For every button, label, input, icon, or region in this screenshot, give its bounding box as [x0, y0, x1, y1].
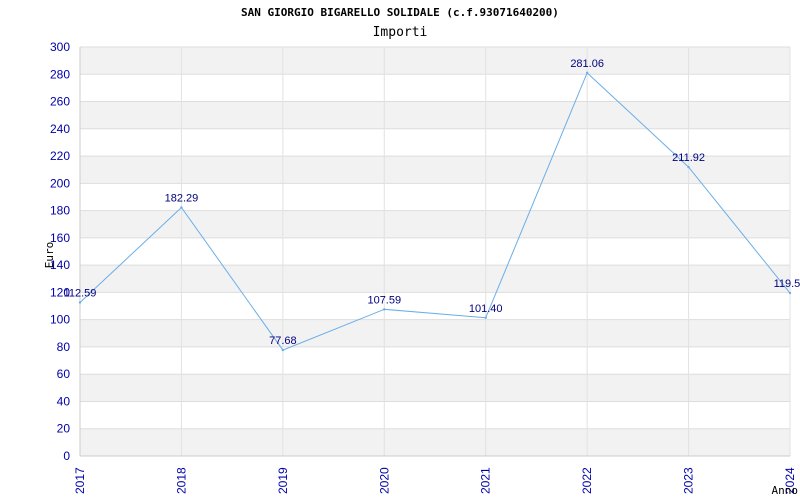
grid-band [80, 101, 790, 129]
y-tick-label: 180 [50, 204, 70, 218]
grid-band [80, 47, 790, 75]
x-tick-label: 2018 [174, 467, 188, 494]
data-point [180, 206, 183, 209]
x-tick-label: 2020 [377, 467, 391, 494]
y-tick-label: 300 [50, 40, 70, 54]
y-tick-label: 20 [57, 422, 71, 436]
data-point [788, 291, 792, 295]
grid-band [80, 319, 790, 347]
x-tick-label: 2022 [580, 467, 594, 494]
data-point [687, 165, 690, 169]
data-label: 211.92 [672, 152, 705, 164]
data-point [585, 71, 589, 75]
y-tick-label: 0 [63, 449, 70, 463]
data-point [484, 316, 487, 319]
y-tick-label: 280 [50, 67, 70, 81]
grid-band [80, 374, 790, 402]
data-point [281, 348, 285, 352]
data-label: 281.06 [570, 58, 604, 70]
plot-area: 0204060801001201401601802002202402602803… [43, 40, 800, 497]
data-point [383, 308, 386, 311]
data-label: 101.40 [469, 303, 503, 315]
x-tick-label: 2023 [682, 467, 696, 494]
y-tick-label: 100 [50, 313, 70, 327]
chart: SAN GIORGIO BIGARELLO SOLIDALE (c.f.9307… [0, 0, 800, 500]
grid-band [80, 428, 790, 456]
y-tick-label: 260 [50, 95, 70, 109]
x-tick-label: 2019 [276, 467, 290, 494]
data-label: 77.68 [269, 335, 297, 347]
data-point [78, 301, 82, 304]
y-tick-label: 60 [57, 367, 71, 381]
data-label: 107.59 [367, 294, 401, 306]
grid-band [80, 265, 790, 293]
y-tick-label: 80 [57, 340, 71, 354]
x-axis-label: Anno [772, 484, 799, 497]
y-tick-label: 40 [57, 394, 71, 408]
y-tick-label: 240 [50, 122, 70, 136]
data-label: 182.29 [165, 192, 199, 204]
y-tick-label: 200 [50, 176, 70, 190]
data-label: 119.54 [774, 278, 800, 290]
data-label: 112.59 [64, 288, 97, 300]
y-tick-label: 220 [50, 149, 70, 163]
x-tick-label: 2017 [73, 467, 87, 494]
x-tick-label: 2021 [479, 467, 493, 494]
y-axis-label: Euro [43, 242, 56, 269]
